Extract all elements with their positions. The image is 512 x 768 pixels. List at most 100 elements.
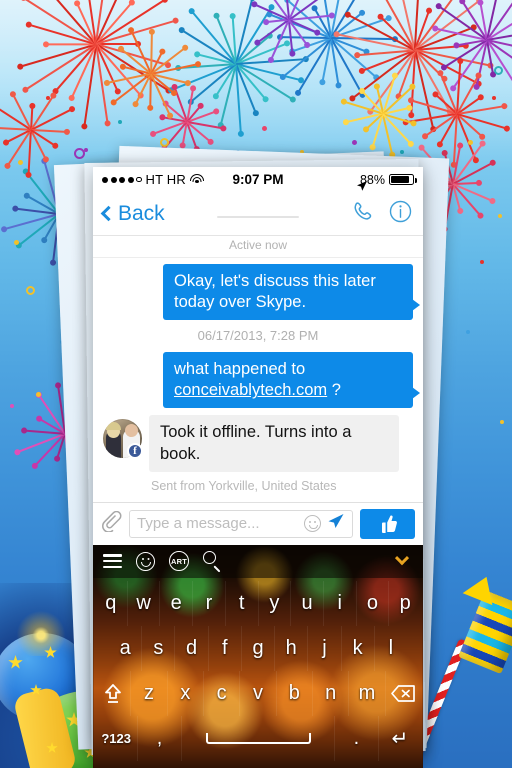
key-n[interactable]: n [313,670,350,716]
key-c[interactable]: c [204,670,241,716]
message-row-outgoing-link: what happened to conceivablytech.com ? [103,352,420,409]
art-icon[interactable]: ART [169,551,189,572]
message-input-placeholder: Type a message... [137,515,260,533]
confetti-ring [494,66,503,75]
on-screen-keyboard: ART qwertyuiop asdfghjkl zxcvbnm ?123 , … [93,544,423,768]
confetti-dot [466,330,470,334]
phone-icon[interactable] [351,199,376,229]
key-b[interactable]: b [277,670,313,716]
message-row-incoming: f Took it offline. Turns into a book. [103,415,413,472]
enter-key[interactable]: ↵ [379,716,421,761]
firework-burst [434,0,512,89]
firework-burst [336,0,491,130]
key-y[interactable]: y [259,580,292,626]
confetti-dot [468,140,473,145]
keyboard-row-3: zxcvbnm [95,670,421,716]
message-link[interactable]: conceivablytech.com [174,381,327,399]
spacebar-key[interactable] [182,715,336,761]
confetti-dot [14,240,19,245]
hamburger-menu-icon[interactable] [103,554,122,568]
key-k[interactable]: k [342,625,375,671]
key-t[interactable]: t [226,580,259,626]
phone-screenshot: HT HR 9:07 PM 88% Back Active now Okay, … [93,167,423,768]
firework-burst [106,29,198,116]
message-thread: Okay, let's discuss this later today ove… [93,258,423,502]
keyboard-row-4: ?123 , . ↵ [95,715,421,761]
paperclip-icon[interactable] [101,510,122,537]
message-text-after: ? [327,381,341,400]
confetti-dot [352,140,357,145]
confetti-dot [36,392,41,397]
backspace-key[interactable] [386,671,421,716]
keyboard-toolbar: ART [93,544,423,578]
key-l[interactable]: l [375,626,407,671]
key-f[interactable]: f [209,625,242,671]
firework-burst [407,142,493,229]
key-h[interactable]: h [275,625,309,671]
key-v[interactable]: v [240,670,277,716]
key-w[interactable]: w [128,580,161,626]
confetti-dot [480,260,484,264]
send-arrow-icon[interactable] [326,512,345,536]
firework-burst [0,93,72,175]
firework-burst [253,0,332,60]
confetti-dot [498,214,502,218]
message-input[interactable]: Type a message... [129,509,353,538]
chevron-down-icon[interactable] [391,550,413,572]
key-x[interactable]: x [168,670,204,716]
battery-icon [389,174,417,185]
key-d[interactable]: d [175,625,209,671]
like-button[interactable] [360,508,415,539]
back-button[interactable]: Back [100,201,165,226]
confetti-dot [46,96,50,100]
key-m[interactable]: m [349,670,386,716]
confetti-ring [160,138,169,147]
key-z[interactable]: z [131,670,168,716]
confetti-dot [400,150,404,154]
firework-burst [19,0,175,127]
message-bubble[interactable]: Okay, let's discuss this later today ove… [163,264,420,321]
key-q[interactable]: q [95,580,128,626]
firework-burst [404,60,507,165]
search-icon[interactable] [203,551,223,573]
shift-key[interactable] [95,670,132,716]
numbers-key[interactable]: ?123 [95,715,139,761]
key-j[interactable]: j [308,625,342,671]
message-text-before: what happened to [174,360,306,379]
message-location-meta: Sent from Yorkville, United States [151,478,337,493]
confetti-dot [18,160,23,165]
avatar[interactable]: f [103,419,143,460]
firework-burst [268,0,395,95]
facebook-badge-icon: f [127,443,143,460]
key-r[interactable]: r [193,580,226,626]
message-bubble[interactable]: Took it offline. Turns into a book. [149,415,399,472]
message-composer: Type a message... [93,501,423,545]
keyboard-keys: qwertyuiop asdfghjkl zxcvbnm ?123 , . ↵ [93,578,423,761]
key-i[interactable]: i [324,580,357,626]
info-icon[interactable] [388,199,413,229]
wifi-icon [189,174,204,185]
key-p[interactable]: p [389,581,421,626]
signal-strength-icon [102,176,142,183]
key-a[interactable]: a [109,625,143,671]
comma-key[interactable]: , [138,715,182,761]
firework-burst [152,86,224,149]
key-e[interactable]: e [160,580,194,626]
period-key[interactable]: . [335,715,379,761]
smiley-icon[interactable] [136,551,155,571]
message-bubble-link[interactable]: what happened to conceivablytech.com ? [163,352,420,409]
key-o[interactable]: o [357,580,390,626]
back-label: Back [118,201,165,225]
carrier-label: HT HR [145,172,186,187]
message-timestamp: 06/17/2013, 7:28 PM [197,328,319,344]
message-row-outgoing: Okay, let's discuss this later today ove… [103,264,420,321]
key-g[interactable]: g [242,625,276,671]
spacebar-icon [205,732,311,744]
firework-burst [169,0,306,134]
status-bar: HT HR 9:07 PM 88% [93,167,423,192]
smiley-icon[interactable] [304,515,321,533]
confetti-dot [10,404,14,408]
key-u[interactable]: u [291,580,324,626]
key-s[interactable]: s [142,625,176,671]
art-label: ART [170,556,187,566]
